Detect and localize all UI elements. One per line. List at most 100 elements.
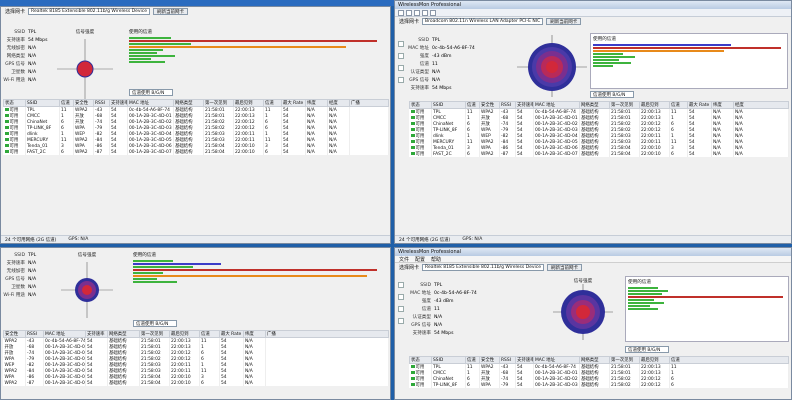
col-mac[interactable]: MAC 地址 <box>127 99 174 107</box>
col-security[interactable]: 安全性 <box>479 356 500 364</box>
menu-help[interactable]: 帮助 <box>431 256 441 263</box>
col-status[interactable]: 状态 <box>3 99 26 107</box>
col-lon[interactable]: 经度 <box>733 101 789 109</box>
toolbar-button[interactable] <box>422 9 428 16</box>
col-rate[interactable]: 支持速率 <box>109 99 128 107</box>
col-rssi[interactable]: RSSI <box>499 356 516 364</box>
encryption-value: N/A <box>28 46 37 51</box>
col-broadcast[interactable]: 广播 <box>349 99 389 107</box>
col-rate[interactable]: 支持速率 <box>85 330 108 338</box>
col-channel-2[interactable]: 信道 <box>669 101 688 109</box>
usage-bar-9 <box>129 61 165 63</box>
stats-icon[interactable] <box>398 306 404 312</box>
usage-bar-2 <box>129 40 377 42</box>
map-icon[interactable] <box>398 318 404 324</box>
col-channel[interactable]: 信道 <box>59 99 74 107</box>
cell: 6 <box>669 382 789 388</box>
col-lon[interactable]: 经度 <box>327 99 350 107</box>
sort-select[interactable]: 信道使用 B/G/N <box>129 89 173 96</box>
cell: 6 <box>465 151 480 157</box>
col-rssi[interactable]: RSSI <box>499 101 516 109</box>
col-lat[interactable]: 纬度 <box>243 330 266 338</box>
refresh-adapter-button[interactable]: 刷新当前网卡 <box>546 18 582 25</box>
signal-icon <box>4 144 9 147</box>
col-max-rate[interactable]: 最大 Rate <box>281 99 306 107</box>
col-ssid[interactable]: SSID <box>25 99 60 107</box>
col-ssid[interactable]: SSID <box>431 101 466 109</box>
col-first-seen[interactable]: 第一次见到 <box>139 330 170 338</box>
col-last-seen[interactable]: 最后见到 <box>639 356 670 364</box>
col-channel-2[interactable]: 信道 <box>199 330 220 338</box>
menu-config[interactable]: 配置 <box>415 256 425 263</box>
usage-bar-6 <box>628 302 664 304</box>
col-mac[interactable]: MAC 地址 <box>533 101 580 109</box>
signal-icon <box>4 132 9 135</box>
cell: 可用 <box>3 149 26 155</box>
cell: -79 <box>499 382 516 388</box>
summary-icon[interactable] <box>398 41 404 47</box>
col-status[interactable]: 状态 <box>409 356 432 364</box>
side-icons <box>398 41 404 83</box>
col-last-seen[interactable]: 最后见到 <box>233 99 264 107</box>
auth-label: 认证类型 <box>410 70 429 75</box>
col-net-type[interactable]: 网络类型 <box>173 99 204 107</box>
sort-select[interactable]: 信道使用 B/G/N <box>625 346 669 353</box>
cell: 00-1A-2B-3C-4D-02 <box>533 121 580 127</box>
col-last-seen[interactable]: 最后见到 <box>639 101 670 109</box>
sort-select[interactable]: 信道使用 B/G/N <box>133 320 177 327</box>
toolbar-button[interactable] <box>414 9 420 16</box>
col-security[interactable]: 安全性 <box>479 101 500 109</box>
sort-select[interactable]: 信道使用 B/G/N <box>590 91 634 98</box>
graph-icon[interactable] <box>398 53 404 59</box>
col-channel-2[interactable]: 信道 <box>669 356 789 364</box>
col-rssi[interactable]: RSSI <box>93 99 110 107</box>
col-rate[interactable]: 支持速率 <box>515 101 534 109</box>
adapter-select[interactable]: Realtek 8185 Extensible 802.11b/g Wirele… <box>28 8 151 15</box>
col-first-seen[interactable]: 第一次见到 <box>609 356 640 364</box>
menu-file[interactable]: 文件 <box>399 256 409 263</box>
stats-icon[interactable] <box>398 65 404 71</box>
col-rate[interactable]: 支持速率 <box>515 356 534 364</box>
toolbar-button[interactable] <box>406 9 412 16</box>
adapter-select[interactable]: Realtek 8185 Extensible 802.11b/g Wirele… <box>422 264 545 271</box>
col-ssid[interactable]: SSID <box>431 356 466 364</box>
col-lat[interactable]: 纬度 <box>711 101 734 109</box>
col-status[interactable]: 状态 <box>409 101 432 109</box>
col-channel[interactable]: 信道 <box>465 101 480 109</box>
table-row[interactable]: 可用 TP-LINK_8F 6 WPA -79 54 00-1A-2B-3C-4D-03 基础… <box>409 382 789 388</box>
col-first-seen[interactable]: 第一次见到 <box>609 101 640 109</box>
col-first-seen[interactable]: 第一次见到 <box>203 99 234 107</box>
mac-label: MAC 地址 <box>408 46 429 51</box>
usage-bar-6 <box>133 275 367 277</box>
refresh-adapter-button[interactable]: 刷新当前网卡 <box>547 264 583 271</box>
col-broadcast[interactable]: 广播 <box>265 330 389 338</box>
table-row[interactable]: 可用 FAST_2C 6 WPA2 -87 54 00-1A-2B-3C-4D-07 基础结构… <box>409 151 789 157</box>
summary-icon[interactable] <box>398 282 404 288</box>
auth-label: 认证类型 <box>412 315 431 320</box>
col-max-rate[interactable]: 最大 Rate <box>687 101 712 109</box>
adapter-row: 选择网卡 Realtek 8185 Extensible 802.11b/g W… <box>395 263 791 272</box>
col-net-type[interactable]: 网络类型 <box>579 356 610 364</box>
refresh-adapter-button[interactable]: 刷新当前网卡 <box>153 8 189 15</box>
col-rssi[interactable]: RSSI <box>25 330 44 338</box>
wifi-ops-label: Wi-Fi 用途 <box>3 293 25 298</box>
col-mac[interactable]: MAC 地址 <box>533 356 580 364</box>
table-row[interactable]: 可用 FAST_2C 6 WPA2 -87 54 00-1A-2B-3C-4D-07 基础结构… <box>3 149 389 155</box>
adapter-select[interactable]: Broadcom 802.11n Wireless LAN Adapter PC… <box>422 18 544 25</box>
toolbar-button[interactable] <box>430 9 436 16</box>
col-security[interactable]: 安全性 <box>73 99 94 107</box>
signal-radar: 信号强度 <box>61 252 113 320</box>
map-icon[interactable] <box>398 77 404 83</box>
col-channel-2[interactable]: 信道 <box>263 99 282 107</box>
col-mac[interactable]: MAC 地址 <box>43 330 86 338</box>
col-net-type[interactable]: 网络类型 <box>579 101 610 109</box>
col-security[interactable]: 安全性 <box>3 330 26 338</box>
graph-icon[interactable] <box>398 294 404 300</box>
col-max-rate[interactable]: 最大 Rate <box>219 330 244 338</box>
toolbar-button[interactable] <box>398 9 404 16</box>
table-row[interactable]: WPA2 -87 00-1A-2B-3C-4D-07 54 基础结构 21:58:04 22… <box>3 380 389 386</box>
col-lat[interactable]: 纬度 <box>305 99 328 107</box>
col-channel[interactable]: 信道 <box>465 356 480 364</box>
col-last-seen[interactable]: 最后见到 <box>169 330 200 338</box>
col-net-type[interactable]: 网络类型 <box>107 330 140 338</box>
